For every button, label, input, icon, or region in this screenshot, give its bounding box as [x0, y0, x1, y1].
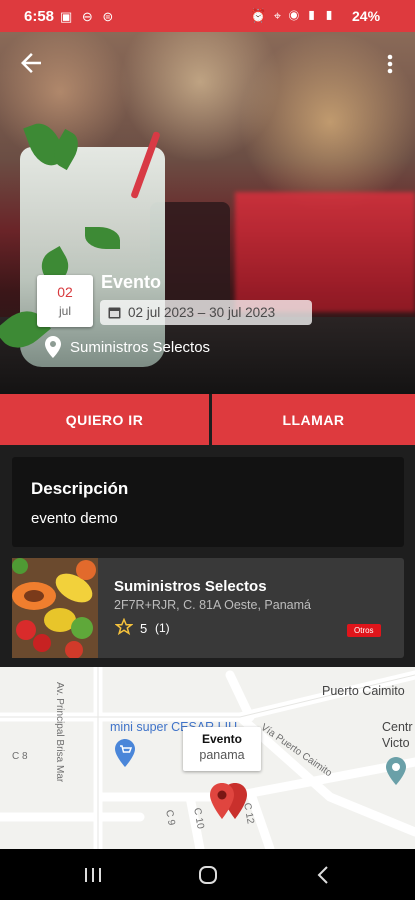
produce-image	[12, 558, 98, 658]
review-count: (1)	[155, 621, 170, 635]
event-title: Evento	[101, 272, 162, 292]
venue-name: Suministros Selectos	[70, 339, 211, 356]
map-label-centro: Centr	[382, 720, 413, 734]
more-options-icon[interactable]	[380, 50, 400, 78]
date-day: 02	[57, 284, 73, 300]
home-icon[interactable]	[198, 865, 218, 885]
calendar-icon	[108, 307, 121, 319]
system-icons: ⏰ ⌖ ◉ ▮ ▮	[250, 8, 337, 23]
event-hero-image: 02 jul Evento 02 jul 2023 – 30 jul 2023 …	[0, 32, 415, 394]
location-pin-icon	[45, 336, 61, 358]
date-badge: 02 jul	[37, 275, 93, 327]
battery-percentage: 24%	[352, 8, 381, 24]
supplier-card[interactable]: Suministros Selectos 2F7R+RJR, C. 81A Oe…	[12, 558, 404, 658]
date-range-chip: 02 jul 2023 – 30 jul 2023	[100, 300, 312, 325]
supplier-address: 2F7R+RJR, C. 81A Oeste, Panamá	[114, 598, 311, 612]
event-location-marker-icon[interactable]	[207, 781, 253, 829]
description-card: Descripción evento demo	[12, 457, 404, 547]
date-month: jul	[58, 304, 71, 318]
map-label-puerto-caimito: Puerto Caimito	[322, 684, 405, 698]
status-time: 6:58	[24, 8, 55, 25]
back-nav-icon[interactable]	[316, 865, 330, 885]
shopping-cart-pin-icon[interactable]	[115, 739, 135, 767]
supplier-thumbnail	[12, 558, 98, 658]
map-label-victo: Victo	[382, 736, 410, 750]
map-label-c8: C 8	[12, 751, 28, 762]
description-text: evento demo	[31, 510, 118, 527]
map-label-av-principal: Av. Principal Brisa Mar	[54, 682, 65, 783]
description-heading: Descripción	[31, 479, 129, 498]
system-navigation-bar	[0, 849, 415, 900]
marker-subtitle: panama	[199, 748, 245, 762]
category-tag: Otros	[347, 624, 381, 637]
notification-icons: ▣ ⊖ ⊜	[60, 9, 117, 24]
marker-info-window[interactable]: Evento panama	[183, 727, 261, 771]
recent-apps-icon[interactable]	[84, 867, 102, 883]
supplier-name: Suministros Selectos	[114, 578, 267, 595]
back-arrow-icon[interactable]	[16, 48, 46, 78]
date-range-text: 02 jul 2023 – 30 jul 2023	[128, 305, 276, 320]
llamar-button[interactable]: LLAMAR	[212, 394, 415, 445]
background-bar	[235, 192, 415, 312]
quiero-ir-button[interactable]: QUIERO IR	[0, 394, 209, 445]
status-bar: 6:58 ▣ ⊖ ⊜ ⏰ ⌖ ◉ ▮ ▮ 24%	[0, 0, 415, 32]
star-icon	[115, 618, 133, 636]
rating-value: 5	[140, 621, 148, 636]
place-pin-icon[interactable]	[386, 757, 406, 785]
marker-title: Evento	[201, 732, 242, 746]
